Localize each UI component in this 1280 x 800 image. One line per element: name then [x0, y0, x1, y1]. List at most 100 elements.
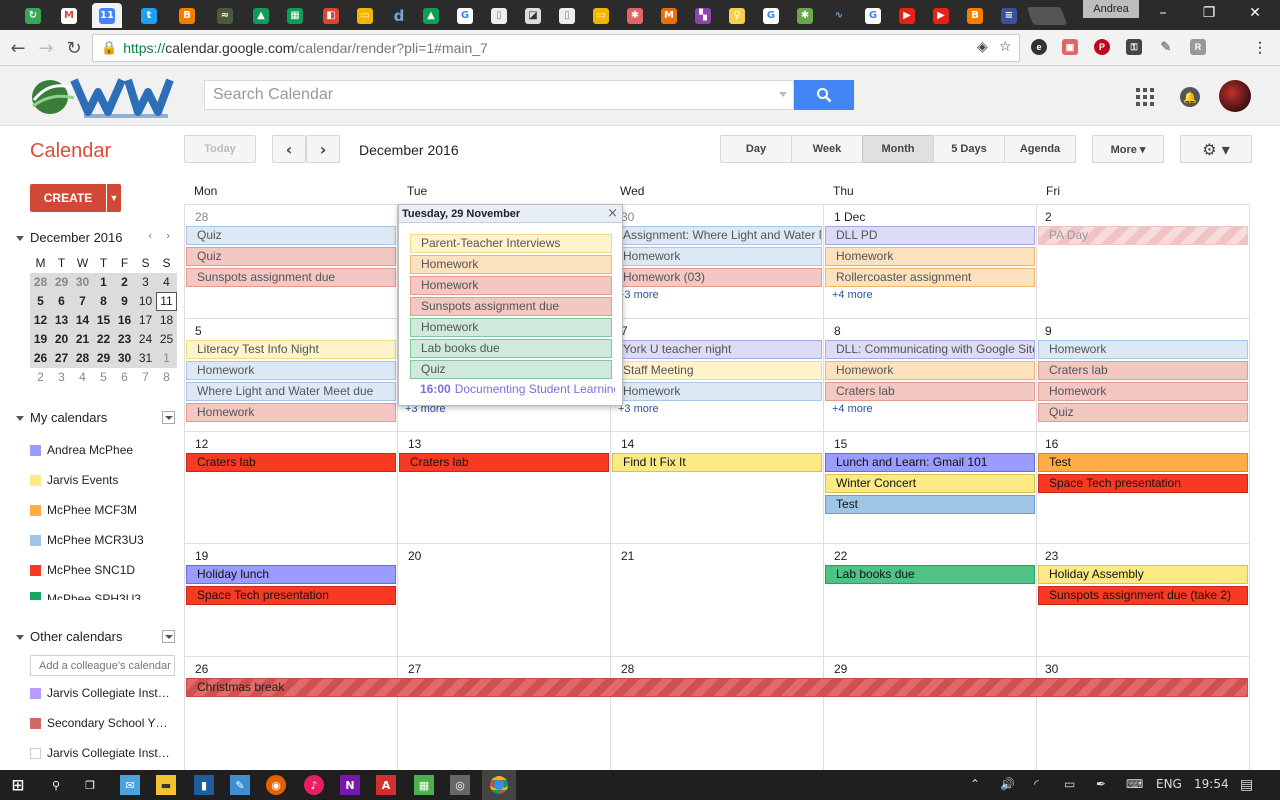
mini-day[interactable]: 6	[114, 368, 135, 387]
other-calendars-dropdown[interactable]	[162, 630, 175, 643]
mini-calendar-title[interactable]: December 2016	[16, 230, 123, 245]
calendar-list-item[interactable]: McPhee SPH3U3	[30, 592, 180, 600]
mini-day[interactable]: 2	[30, 368, 51, 387]
onenote-icon[interactable]: N	[340, 775, 360, 795]
language-indicator[interactable]: ENG	[1156, 777, 1182, 791]
day-number[interactable]: 29	[834, 662, 847, 676]
day-number[interactable]: 30	[1045, 662, 1058, 676]
day-number[interactable]: 28	[195, 210, 208, 224]
calendar-list-item[interactable]: Jarvis Collegiate Inst…	[30, 745, 180, 761]
paint-icon[interactable]: ✎	[230, 775, 250, 795]
day-number[interactable]: 8	[834, 324, 841, 338]
day-number[interactable]: 5	[195, 324, 202, 338]
my-calendars-dropdown[interactable]	[162, 411, 175, 424]
event-chip[interactable]: Craters lab	[399, 453, 609, 472]
tab-doc-2[interactable]: ▯	[552, 3, 582, 28]
day-number[interactable]: 13	[408, 437, 421, 451]
mini-day[interactable]: 6	[51, 292, 72, 311]
popup-event-chip[interactable]: Homework	[410, 318, 612, 337]
add-colleague-input[interactable]	[30, 655, 175, 676]
tab-twitter[interactable]: t	[134, 3, 164, 28]
wifi-icon[interactable]: ◜	[1034, 777, 1039, 791]
tab-18[interactable]: M	[654, 3, 684, 28]
tab-doc[interactable]: ▯	[484, 3, 514, 28]
reload-icon[interactable]: ↻	[62, 36, 86, 60]
day-number[interactable]: 19	[195, 549, 208, 563]
event-chip[interactable]: Quiz	[186, 247, 396, 266]
search-input[interactable]	[205, 82, 765, 108]
event-chip[interactable]: Homework	[612, 382, 822, 401]
day-number[interactable]: 9	[1045, 324, 1052, 338]
mini-day[interactable]: 20	[51, 330, 72, 349]
event-chip[interactable]: Homework	[186, 403, 396, 422]
mini-day[interactable]: 22	[93, 330, 114, 349]
tab-google-3[interactable]: G	[858, 3, 888, 28]
popup-event-chip[interactable]: Sunspots assignment due	[410, 297, 612, 316]
windows-start-icon[interactable]: ⊞	[8, 775, 28, 795]
extension-key-icon[interactable]: ⚿	[1126, 39, 1142, 55]
prev-period-button[interactable]: ‹	[272, 135, 306, 163]
file-explorer-icon[interactable]: ▬	[156, 775, 176, 795]
create-dropdown-button[interactable]: ▼	[107, 184, 121, 212]
restore-icon[interactable]: ❐	[1197, 3, 1221, 23]
event-chip[interactable]: Lab books due	[825, 565, 1035, 584]
mini-day[interactable]: 1	[93, 273, 114, 292]
create-button[interactable]: CREATE	[30, 184, 106, 212]
event-chip[interactable]: Homework	[186, 361, 396, 380]
event-chip[interactable]: Homework	[1038, 340, 1248, 359]
more-events-link[interactable]: +4 more	[832, 403, 873, 415]
event-chip[interactable]: Assignment: Where Light and Water Meet	[612, 226, 822, 245]
firefox-icon[interactable]: ◉	[266, 775, 286, 795]
calendar-list-item[interactable]: Secondary School Y…	[30, 715, 180, 731]
tab-16[interactable]: ▭	[586, 3, 616, 28]
mini-day[interactable]: 3	[135, 273, 156, 292]
event-chip[interactable]: Homework	[825, 361, 1035, 380]
popup-event-chip[interactable]: Lab books due	[410, 339, 612, 358]
browser-menu-icon[interactable]: ⋮	[1252, 39, 1268, 55]
mini-day[interactable]: 12	[30, 311, 51, 330]
app-icon-2[interactable]: ◎	[450, 775, 470, 795]
mini-day[interactable]: 19	[30, 330, 51, 349]
tab-drive[interactable]: ▲	[246, 3, 276, 28]
acrobat-icon[interactable]: A	[376, 775, 396, 795]
pinterest-icon[interactable]: P	[1094, 39, 1110, 55]
extension-r-icon[interactable]: R	[1190, 39, 1206, 55]
today-button[interactable]: Today	[184, 135, 256, 163]
mini-day[interactable]: 28	[30, 273, 51, 292]
event-chip[interactable]: Space Tech presentation	[1038, 474, 1248, 493]
keyboard-icon[interactable]: ⌨	[1126, 777, 1143, 791]
profile-badge[interactable]: Andrea	[1083, 0, 1139, 18]
mini-day[interactable]: 2	[114, 273, 135, 292]
mini-day[interactable]: 24	[135, 330, 156, 349]
event-chip[interactable]: Quiz	[1038, 403, 1248, 422]
action-center-icon[interactable]: ▤	[1240, 777, 1253, 793]
mini-day[interactable]: 23	[114, 330, 135, 349]
event-chip[interactable]: Homework	[612, 247, 822, 266]
address-bar[interactable]: 🔒 https://calendar.google.com/calendar/r…	[92, 34, 1020, 62]
tray-overflow-icon[interactable]: ⌃	[970, 777, 980, 791]
mini-next-icon[interactable]: ›	[166, 229, 170, 242]
day-number[interactable]: 15	[834, 437, 847, 451]
calendar-list-item[interactable]: McPhee MCR3U3	[30, 532, 180, 548]
mini-day[interactable]: 15	[93, 311, 114, 330]
search-button[interactable]	[794, 80, 854, 110]
popup-event-chip[interactable]: Parent-Teacher Interviews	[410, 234, 612, 253]
event-chip[interactable]: Craters lab	[825, 382, 1035, 401]
extension-shield-red-icon[interactable]: ▣	[1062, 39, 1078, 55]
tab-10[interactable]: d	[384, 3, 414, 28]
mini-day[interactable]: 26	[30, 349, 51, 368]
apps-grid-icon[interactable]	[1136, 88, 1154, 106]
volume-icon[interactable]: 🔊	[1000, 777, 1015, 791]
event-chip[interactable]: Literacy Test Info Night	[186, 340, 396, 359]
pen-icon[interactable]: ✒	[1096, 777, 1106, 791]
day-number[interactable]: 12	[195, 437, 208, 451]
event-chip[interactable]: Lunch and Learn: Gmail 101	[825, 453, 1035, 472]
event-chip[interactable]: Test	[1038, 453, 1248, 472]
day-number[interactable]: 30	[621, 210, 634, 224]
tab-gmail[interactable]: M	[54, 3, 84, 28]
event-chip[interactable]: Holiday lunch	[186, 565, 396, 584]
settings-button[interactable]: ⚙ ▾	[1180, 135, 1252, 163]
event-chip[interactable]: Homework	[1038, 382, 1248, 401]
day-number[interactable]: 22	[834, 549, 847, 563]
clock[interactable]: 19:54	[1194, 777, 1229, 791]
